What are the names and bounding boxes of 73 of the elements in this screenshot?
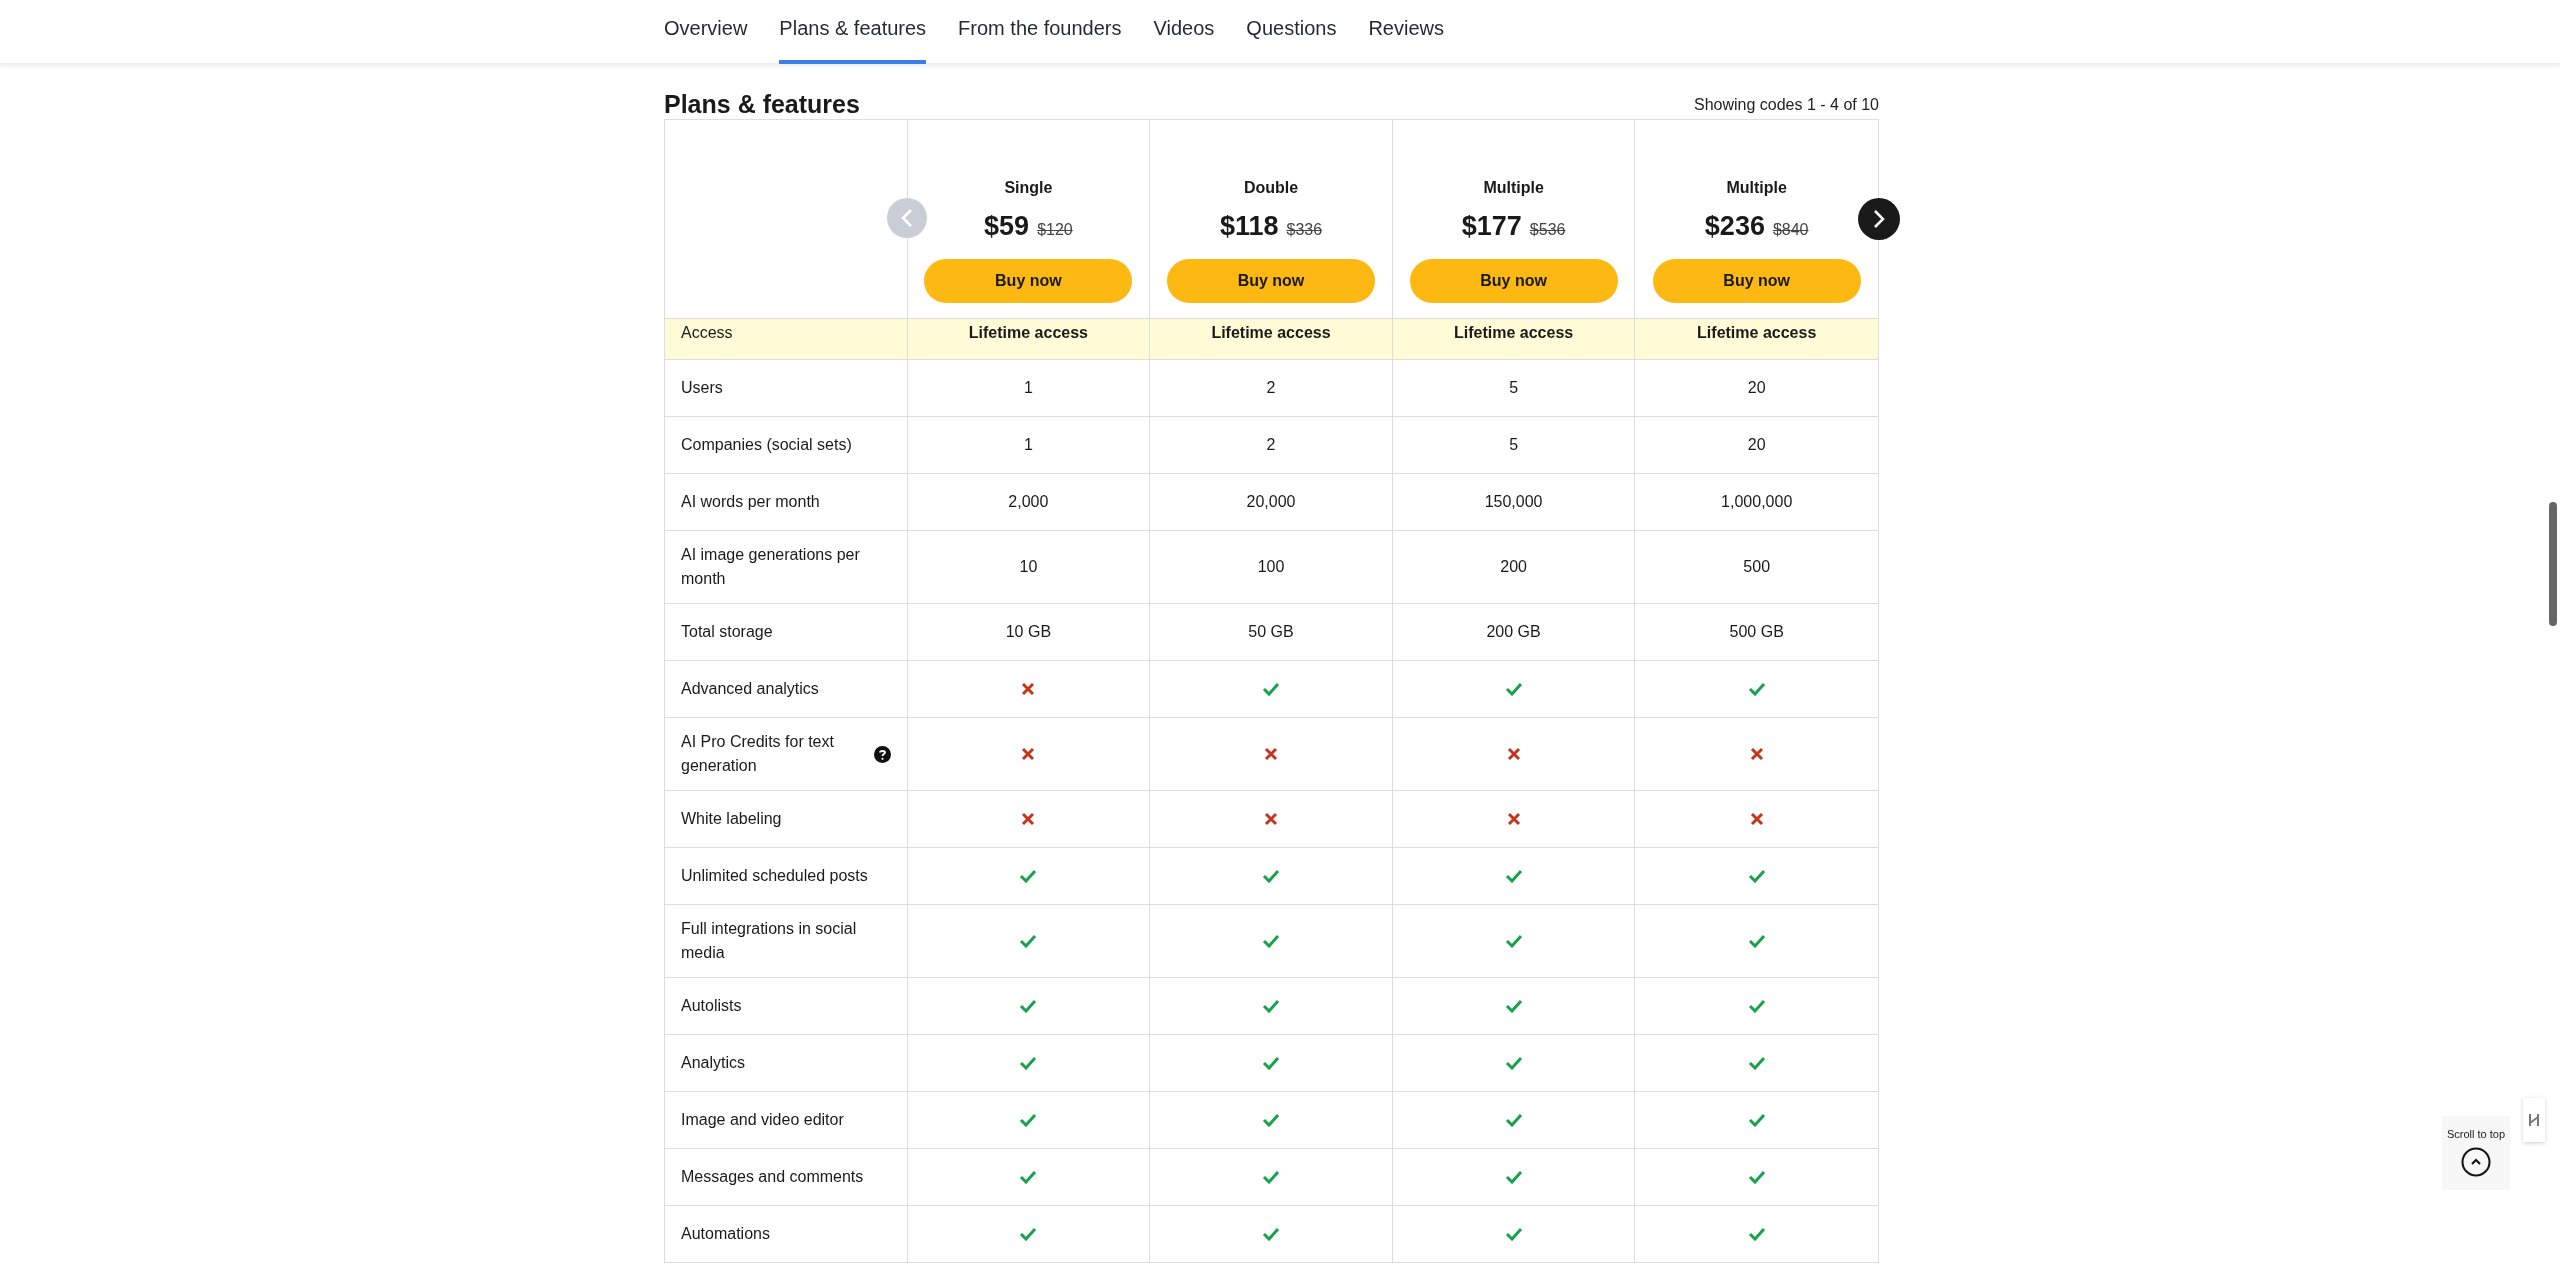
table-cell-text: Lifetime access [968, 323, 1088, 343]
nav-tab[interactable]: From the founders [958, 0, 1122, 64]
feature-label: Total storage [681, 622, 773, 642]
old-price: $120 [1037, 220, 1073, 240]
table-cell-text: 10 GB [1005, 622, 1052, 642]
table-cell-text: 200 GB [1486, 622, 1541, 642]
next-button[interactable] [1858, 198, 1900, 240]
table-cell-text: 150,000 [1484, 492, 1543, 512]
feature-label: Automations [681, 1224, 770, 1244]
nav-tab[interactable]: Videos [1153, 0, 1215, 64]
table-cell-text: Lifetime access [1211, 323, 1331, 343]
plan-name: Multiple [1483, 178, 1544, 198]
feature-label: White labeling [681, 809, 782, 829]
nav-tab[interactable]: Questions [1246, 0, 1337, 64]
showing-count: Showing codes 1 - 4 of 10 [1694, 95, 1879, 115]
scrollbar-thumb[interactable] [2549, 502, 2557, 626]
plan-name: Double [1243, 178, 1299, 198]
plan-price: $118 [1219, 210, 1279, 243]
old-price: $840 [1772, 220, 1809, 240]
chevron-right-icon [1872, 209, 1886, 229]
feature-label: AI image generations per month [681, 545, 861, 589]
nav-tab[interactable]: Reviews [1368, 0, 1444, 64]
scroll-to-top-panel[interactable]: Scroll to top [2442, 1116, 2510, 1190]
nav-tab[interactable]: Plans & features [779, 0, 927, 64]
feature-label: Access [681, 323, 733, 343]
chevron-up-circle-icon [2461, 1146, 2491, 1177]
table-cell-text: 500 [1743, 557, 1771, 577]
table-cell-text: 10 [1019, 557, 1038, 577]
plan-price: $177 [1461, 210, 1522, 243]
feature-label: Messages and comments [681, 1167, 864, 1187]
table-cell-text: 1,000,000 [1721, 492, 1793, 512]
scroll-to-top-label: Scroll to top [2446, 1127, 2506, 1142]
table-cell-text: 50 GB [1248, 622, 1294, 642]
feature-label: Users [681, 378, 723, 398]
feature-label: Advanced analytics [681, 679, 819, 699]
table-cell-text: 100 [1257, 557, 1285, 577]
feature-label: Companies (social sets) [681, 435, 852, 455]
plan-name: Single [1004, 178, 1053, 198]
table-cell-text: 500 GB [1729, 622, 1784, 642]
nav-tab[interactable]: Overview [664, 0, 748, 64]
table-cell-text: 20,000 [1246, 492, 1296, 512]
table-cell-text: 2 [1266, 378, 1276, 398]
table-cell-text: 20 [1747, 378, 1766, 398]
old-price: $336 [1286, 220, 1323, 240]
feature-label: AI Pro Credits for text generation [681, 732, 835, 776]
table-cell-text: 200 [1500, 557, 1527, 577]
table-cell-text: Lifetime access [1454, 323, 1574, 343]
feature-label: Unlimited scheduled posts [681, 866, 868, 886]
table-cell-text: Lifetime access [1697, 323, 1817, 343]
feature-label: Full integrations in social media [681, 919, 858, 963]
buy-now-button[interactable]: Buy now [924, 258, 1133, 303]
table-cell-text: 2 [1266, 435, 1276, 455]
table-cell-text: 5 [1509, 378, 1519, 398]
help-icon[interactable] [873, 745, 891, 763]
table-cell-text: 1 [1023, 435, 1033, 455]
buy-now-button[interactable]: Buy now [1652, 258, 1861, 303]
section-title: Plans & features [664, 92, 860, 117]
plan-price: $59 [984, 210, 1030, 243]
side-widget-tab[interactable] [2523, 1098, 2545, 1142]
table-cell-text: 1 [1023, 378, 1033, 398]
feature-label: Autolists [681, 996, 742, 1016]
chevron-left-icon [900, 208, 914, 228]
plan-name: Multiple [1726, 178, 1787, 198]
table-cell-text: 20 [1747, 435, 1766, 455]
table-cell-text: 2,000 [1008, 492, 1049, 512]
buy-now-button[interactable]: Buy now [1167, 258, 1375, 303]
plan-price: $236 [1704, 210, 1765, 243]
table-cell-text: 5 [1509, 435, 1519, 455]
feature-label: Image and video editor [681, 1110, 844, 1130]
buy-now-button[interactable]: Buy now [1409, 258, 1618, 303]
old-price: $536 [1529, 220, 1566, 240]
feature-label: AI words per month [681, 492, 820, 512]
feature-label: Analytics [681, 1053, 746, 1073]
